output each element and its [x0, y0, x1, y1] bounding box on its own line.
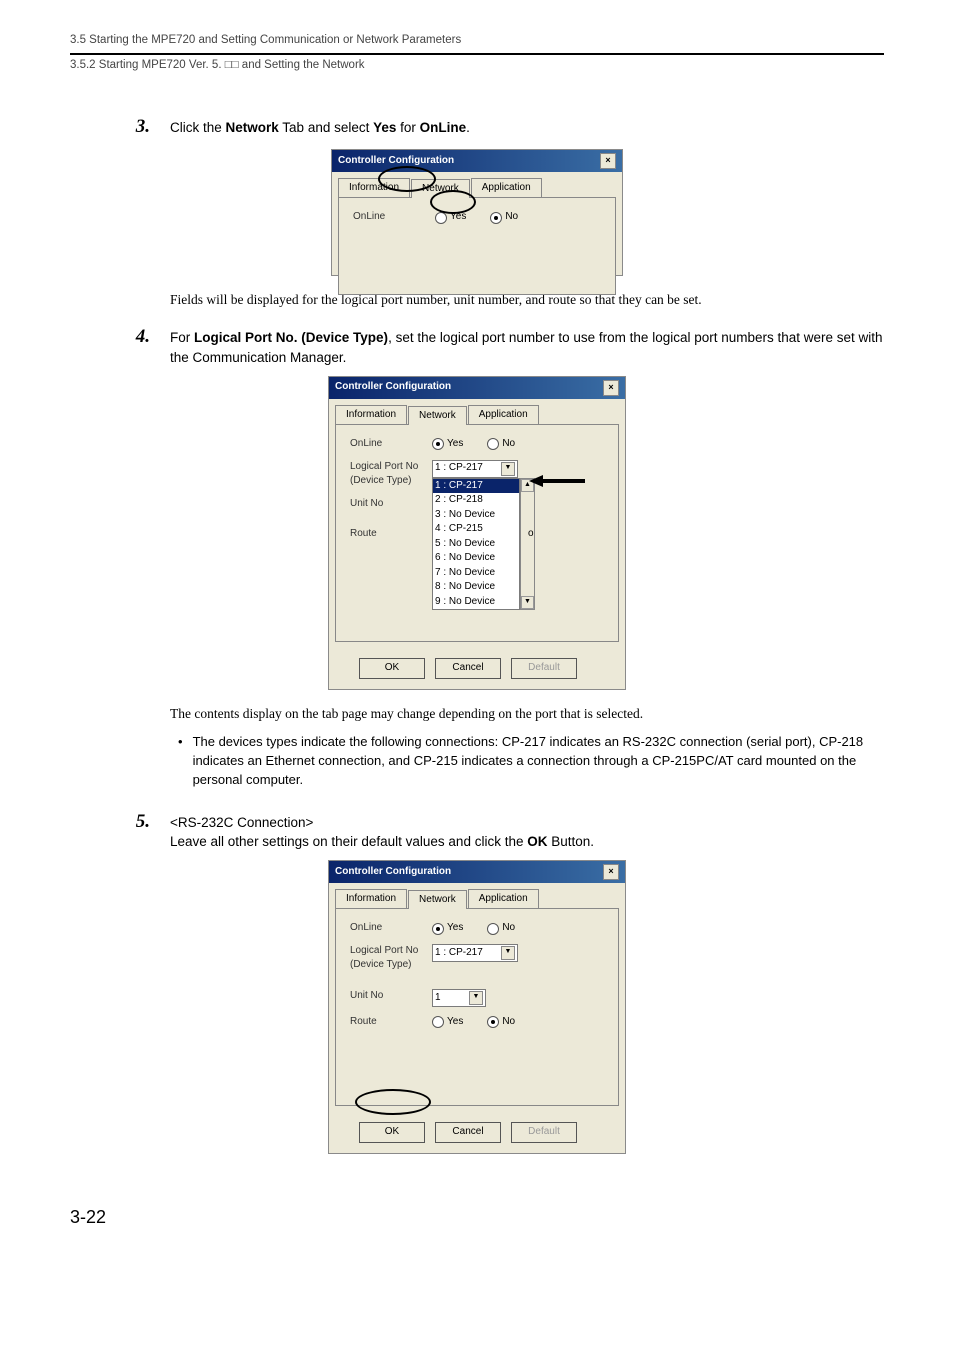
unit-no-label: Unit No — [350, 989, 432, 1004]
logical-port-label: Logical Port No (Device Type) — [350, 944, 432, 973]
dialog-controller-config-3: Controller Configuration × Information N… — [328, 860, 626, 1154]
dialog-title: Controller Configuration — [335, 865, 451, 880]
tab-application[interactable]: Application — [468, 889, 539, 909]
header-rule — [70, 53, 884, 55]
tab-application[interactable]: Application — [468, 405, 539, 425]
close-icon[interactable]: × — [603, 864, 619, 880]
close-icon[interactable]: × — [600, 153, 616, 169]
step-4-bullet: • The devices types indicate the followi… — [178, 733, 884, 790]
step-3-body: Click the Network Tab and select Yes for… — [170, 118, 884, 138]
unit-no-label: Unit No — [350, 497, 432, 512]
list-item[interactable]: 8 : No Device — [433, 580, 519, 595]
annotation-circle-ok-button — [355, 1089, 431, 1115]
unit-no-select[interactable]: 1▼ — [432, 989, 486, 1007]
header-subsection: 3.5.2 Starting MPE720 Ver. 5. □□ and Set… — [70, 57, 884, 74]
online-no-radio[interactable]: No — [487, 921, 515, 936]
online-label: OnLine — [353, 210, 435, 225]
default-button[interactable]: Default — [511, 658, 577, 679]
header-breadcrumb: 3.5 Starting the MPE720 and Setting Comm… — [70, 32, 884, 49]
tab-information[interactable]: Information — [335, 405, 407, 425]
annotation-circle-network-tab — [378, 166, 436, 192]
step-5-number: 5. — [130, 808, 150, 836]
cancel-button[interactable]: Cancel — [435, 1122, 501, 1143]
list-item[interactable]: 6 : No Device — [433, 551, 519, 566]
step-5-body: <RS-232C Connection> Leave all other set… — [170, 813, 884, 852]
online-yes-radio[interactable]: Yes — [432, 437, 463, 452]
default-button[interactable]: Default — [511, 1122, 577, 1143]
route-label: Route — [350, 1015, 432, 1030]
route-no-radio[interactable]: No — [487, 1015, 515, 1030]
annotation-circle-yes-radio — [430, 190, 476, 214]
chevron-down-icon[interactable]: ▼ — [501, 462, 515, 476]
dialog-controller-config-2: Controller Configuration × Information N… — [328, 376, 626, 690]
list-item[interactable]: 7 : No Device — [433, 566, 519, 581]
tab-information[interactable]: Information — [335, 889, 407, 909]
scroll-down-icon[interactable]: ▼ — [521, 596, 534, 609]
close-icon[interactable]: × — [603, 380, 619, 396]
logical-port-select[interactable]: 1 : CP-217▼ — [432, 460, 518, 478]
list-item[interactable]: 2 : CP-218 — [433, 493, 519, 508]
chevron-down-icon[interactable]: ▼ — [501, 946, 515, 960]
online-label: OnLine — [350, 921, 432, 936]
list-item[interactable]: 1 : CP-217 — [433, 479, 519, 494]
list-item[interactable]: 3 : No Device — [433, 508, 519, 523]
route-yes-radio[interactable]: Yes — [432, 1015, 463, 1030]
online-label: OnLine — [350, 437, 432, 452]
tab-network[interactable]: Network — [408, 406, 467, 426]
online-no-radio[interactable]: No — [490, 210, 518, 225]
chevron-down-icon[interactable]: ▼ — [469, 991, 483, 1005]
step-4-body: For Logical Port No. (Device Type), set … — [170, 328, 884, 367]
route-o: o — [528, 527, 534, 542]
step-4-note: The contents display on the tab page may… — [170, 704, 884, 724]
list-item[interactable]: 9 : No Device — [433, 595, 519, 610]
logical-port-label: Logical Port No (Device Type) — [350, 460, 432, 489]
ok-button[interactable]: OK — [359, 658, 425, 679]
step-4-number: 4. — [130, 323, 150, 351]
cancel-button[interactable]: Cancel — [435, 658, 501, 679]
online-yes-radio[interactable]: Yes — [432, 921, 463, 936]
logical-port-select[interactable]: 1 : CP-217▼ — [432, 944, 518, 962]
dialog-controller-config-1: Controller Configuration × Information N… — [331, 149, 623, 276]
route-label: Route — [350, 527, 432, 542]
step-3-number: 3. — [130, 113, 150, 141]
logical-port-listbox[interactable]: 1 : CP-217 2 : CP-218 3 : No Device 4 : … — [432, 478, 520, 611]
annotation-arrow-icon — [529, 473, 585, 489]
tab-application[interactable]: Application — [471, 178, 542, 198]
tab-network[interactable]: Network — [408, 890, 467, 910]
online-no-radio[interactable]: No — [487, 437, 515, 452]
ok-button[interactable]: OK — [359, 1122, 425, 1143]
listbox-scrollbar[interactable]: ▲ ▼ — [520, 478, 535, 611]
page-number: 3-22 — [70, 1204, 884, 1230]
dialog-title: Controller Configuration — [335, 380, 451, 395]
